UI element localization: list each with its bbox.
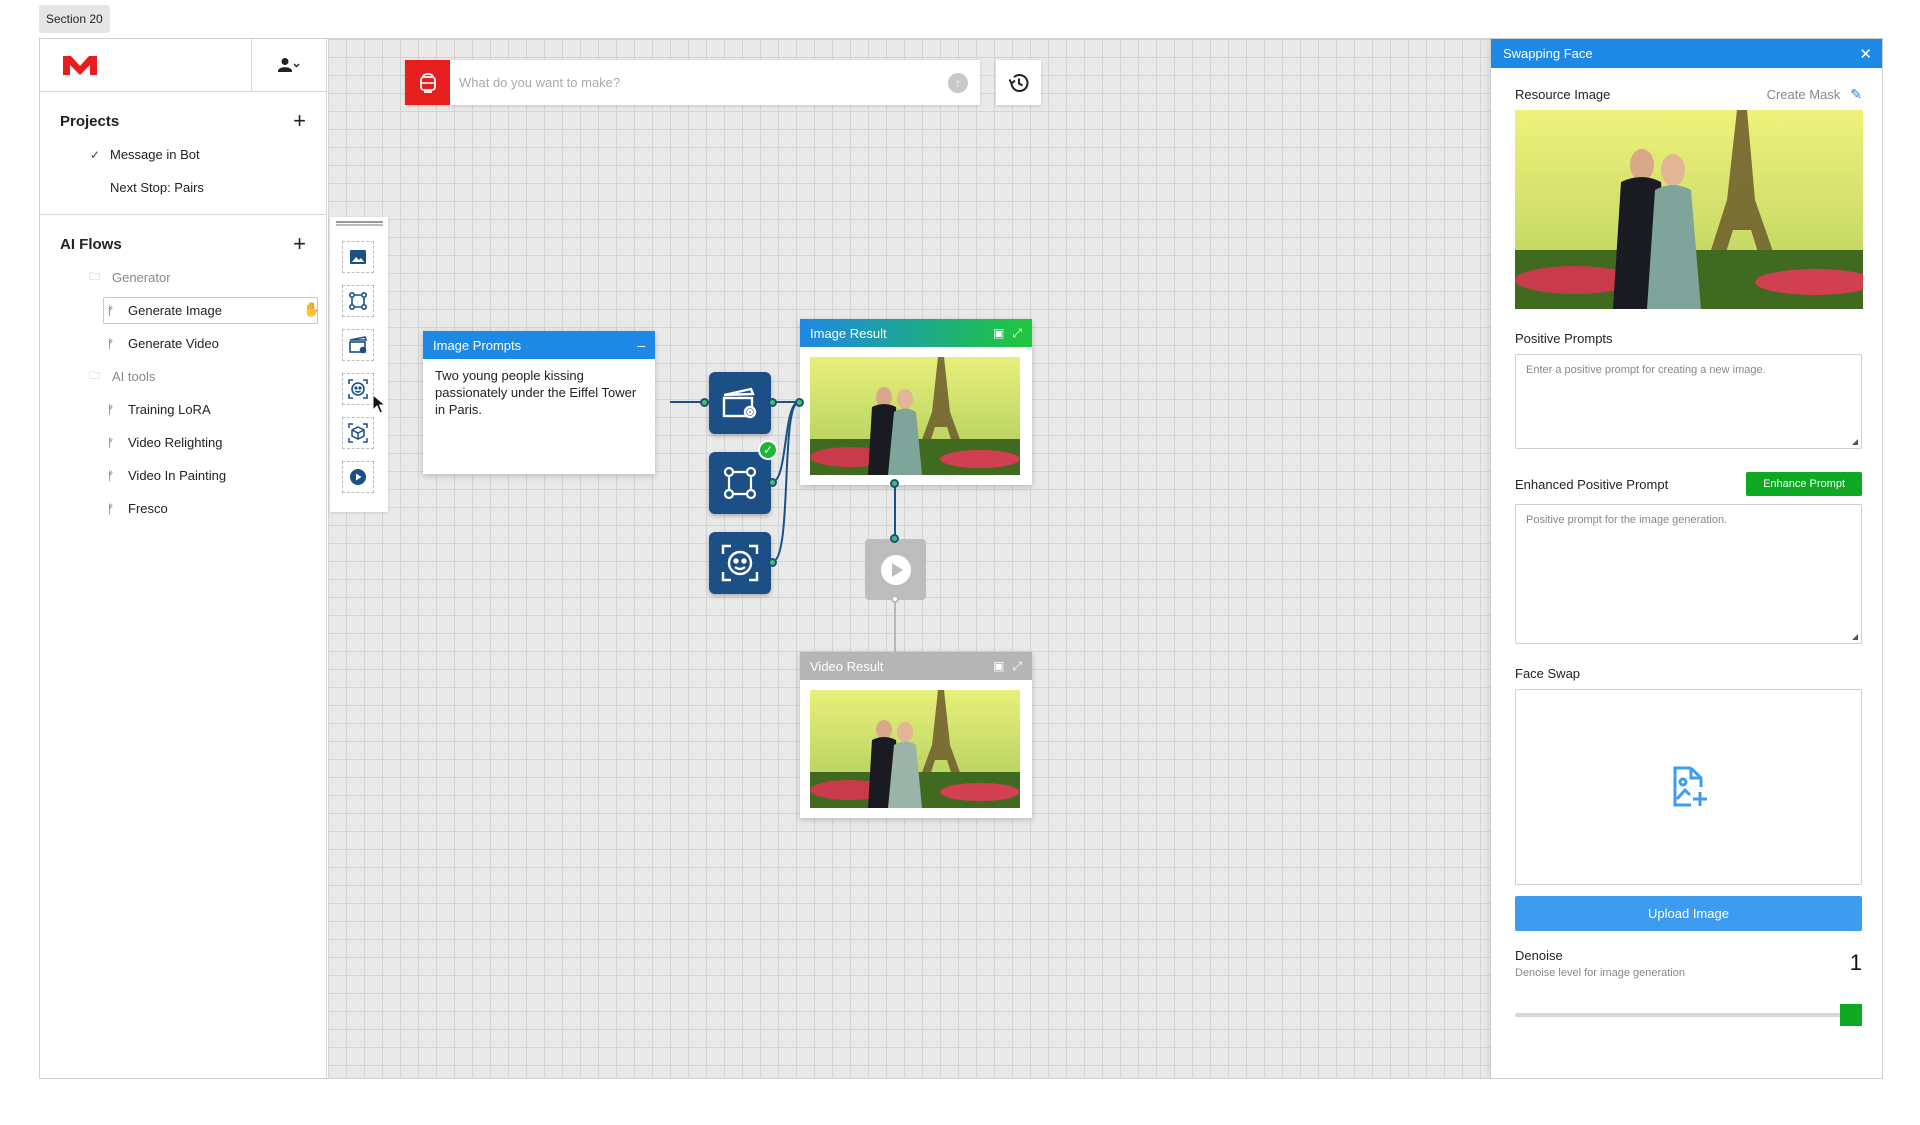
brush-icon[interactable]: ✎ [1850,86,1862,103]
port[interactable] [768,558,777,567]
play-icon [880,554,911,585]
user-icon [278,58,300,72]
resize-handle[interactable] [1852,439,1858,445]
flow-item-fresco[interactable]: ᚠ Fresco [60,492,306,525]
port[interactable] [768,398,777,407]
swapping-face-panel: Swapping Face ✕ Resource Image Create Ma… [1490,39,1882,1078]
result-image [810,357,1020,475]
ai-flows-section: AI Flows + 🗀 Generator ᚠ Generate Image … [40,227,326,525]
input-port[interactable] [795,398,804,407]
branch-icon: ᚠ [107,468,115,483]
upload-image-button[interactable]: Upload Image [1515,896,1862,931]
port[interactable] [768,478,777,487]
grab-cursor-icon: ✋ [303,301,321,317]
enhanced-prompt-label: Enhanced Positive Prompt [1515,476,1669,492]
sidebar-header [40,39,326,92]
face-swap-label: Face Swap [1515,666,1581,681]
node-title: Image Prompts [433,337,522,353]
denoise-slider[interactable] [1515,1004,1862,1026]
app-window: Projects + ✓ Message in Bot Next Stop: P… [39,38,1883,1079]
flow-item-generate-video[interactable]: ᚠ Generate Video [60,327,306,360]
flow-item-video-relighting[interactable]: ᚠ Video Relighting [60,426,306,459]
video-settings-node[interactable] [709,372,771,434]
couple-eiffel-photo [810,690,1020,808]
create-mask-button[interactable]: Create Mask [1767,87,1841,102]
add-project-button[interactable]: + [293,110,306,132]
flow-item-training-lora[interactable]: ᚠ Training LoRA [60,393,306,426]
face-swap-dropzone[interactable] [1515,689,1862,885]
branch-icon: ᚠ [107,402,115,417]
output-port[interactable] [700,398,709,407]
output-port[interactable] [890,479,899,488]
positive-prompts-textarea[interactable]: Enter a positive prompt for creating a n… [1515,354,1862,449]
image-prompts-node[interactable]: Image Prompts – Two young people kissing… [423,331,655,474]
add-flow-button[interactable]: + [293,233,306,255]
output-port[interactable] [891,595,899,603]
flow-item-generate-image[interactable]: ᚠ Generate Image ✋ [60,294,320,327]
couple-eiffel-photo [810,357,1020,475]
input-port[interactable] [890,534,899,543]
folder-icon: 🗀 [89,271,100,283]
collapse-button[interactable]: – [637,337,645,353]
save-icon[interactable]: ▣ [993,659,1004,673]
prompt-text: Two young people kissing passionately un… [435,368,637,417]
branch-icon: ᚠ [107,435,115,450]
video-result-node[interactable]: Video Result ▣ ⤢ [800,652,1032,818]
folder-generator[interactable]: 🗀 Generator [60,261,306,294]
resource-image [1515,110,1863,309]
node-title: Image Result [810,325,887,341]
face-swap-node[interactable] [709,532,771,594]
branch-icon: ᚠ [107,336,115,351]
ai-flows-title: AI Flows [60,235,122,253]
expand-icon[interactable]: ⤢ [1012,326,1022,341]
flow-canvas[interactable]: ↑ [328,39,1491,1078]
denoise-value: 1 [1849,950,1862,975]
check-icon: ✓ [90,147,101,162]
save-icon[interactable]: ▣ [993,326,1004,340]
projects-section: Projects + ✓ Message in Bot Next Stop: P… [40,104,326,204]
video-generate-node[interactable] [865,539,926,600]
add-image-file-icon [1673,766,1707,807]
denoise-description: Denoise level for image generation [1515,967,1685,979]
resize-handle[interactable] [1852,634,1858,640]
video-preview [810,690,1020,808]
couple-eiffel-photo [1515,110,1863,309]
denoise-label: Denoise [1515,948,1563,963]
slider-thumb[interactable] [1840,1004,1862,1026]
image-result-node[interactable]: Image Result ▣ ⤢ [800,319,1032,485]
resource-image-label: Resource Image [1515,87,1611,102]
section-tag: Section 20 [39,5,110,33]
slider-track [1515,1013,1862,1017]
branch-icon: ᚠ [107,501,115,516]
user-menu-button[interactable] [252,39,326,91]
flow-item-video-in-painting[interactable]: ᚠ Video In Painting [60,459,306,492]
project-item[interactable]: Next Stop: Pairs [60,171,306,204]
node-title: Video Result [810,658,884,674]
folder-icon: 🗀 [89,370,100,382]
flow-icon [723,466,757,500]
close-icon[interactable]: ✕ [1859,45,1872,63]
success-check-icon: ✓ [758,440,778,460]
enhance-prompt-button[interactable]: Enhance Prompt [1746,472,1862,496]
expand-icon[interactable]: ⤢ [1012,659,1022,674]
m-logo-icon [63,56,97,75]
selection-outline [103,297,318,324]
project-item[interactable]: ✓ Message in Bot [60,138,306,171]
video-settings-icon [722,387,757,419]
logo[interactable] [40,39,252,91]
divider [40,214,326,215]
edge [771,401,800,483]
sidebar: Projects + ✓ Message in Bot Next Stop: P… [40,39,327,1078]
folder-ai-tools[interactable]: 🗀 AI tools [60,360,306,393]
flow-node[interactable] [709,452,771,514]
positive-prompts-label: Positive Prompts [1515,331,1613,346]
face-icon [721,544,759,582]
projects-title: Projects [60,112,120,130]
panel-title: Swapping Face [1503,46,1593,61]
enhanced-prompt-textarea[interactable]: Positive prompt for the image generation… [1515,504,1862,644]
